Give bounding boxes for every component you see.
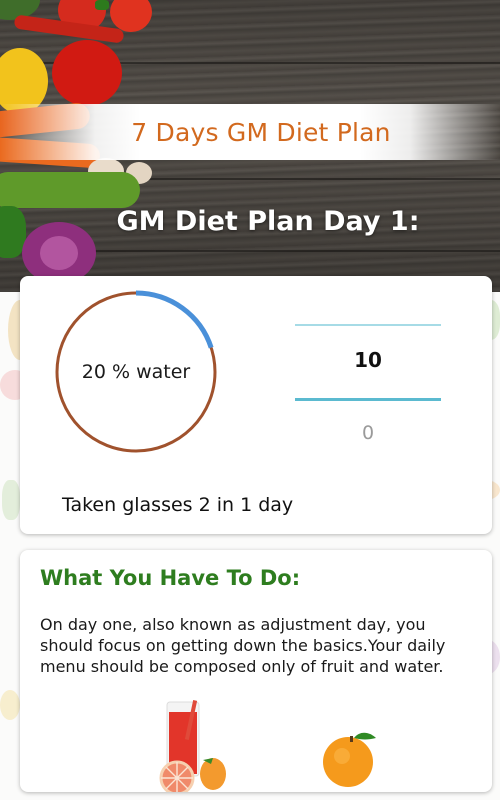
app-title-band: 7 Days GM Diet Plan [0, 104, 500, 160]
picker-next-value[interactable]: 0 [295, 422, 441, 444]
glasses-number-picker[interactable]: 10 0 [295, 324, 441, 454]
water-progress-label: 20 % water [81, 361, 191, 383]
water-progress-ring: 20 % water [54, 290, 218, 454]
orange-icon [320, 728, 384, 792]
doodle-radish [2, 480, 20, 520]
instructions-title: What You Have To Do: [40, 566, 301, 590]
instructions-card: What You Have To Do: On day one, also kn… [20, 550, 492, 792]
instructions-body: On day one, also known as adjustment day… [40, 615, 446, 676]
header-banner: 7 Days GM Diet Plan GM Diet Plan Day 1: [0, 0, 500, 292]
picker-divider-top [295, 324, 441, 326]
day-title: GM Diet Plan Day 1: [116, 206, 420, 237]
app-title: 7 Days GM Diet Plan [131, 117, 391, 147]
juice-glass-icon [155, 700, 235, 792]
picker-current-value[interactable]: 10 [295, 348, 441, 372]
water-tracker-card: 20 % water 10 0 Taken glasses 2 in 1 day [20, 276, 492, 534]
picker-divider-bottom [295, 398, 441, 401]
glasses-taken-text: Taken glasses 2 in 1 day [62, 494, 294, 516]
grapefruit-icon [159, 760, 195, 792]
doodle-lemon [0, 690, 20, 720]
